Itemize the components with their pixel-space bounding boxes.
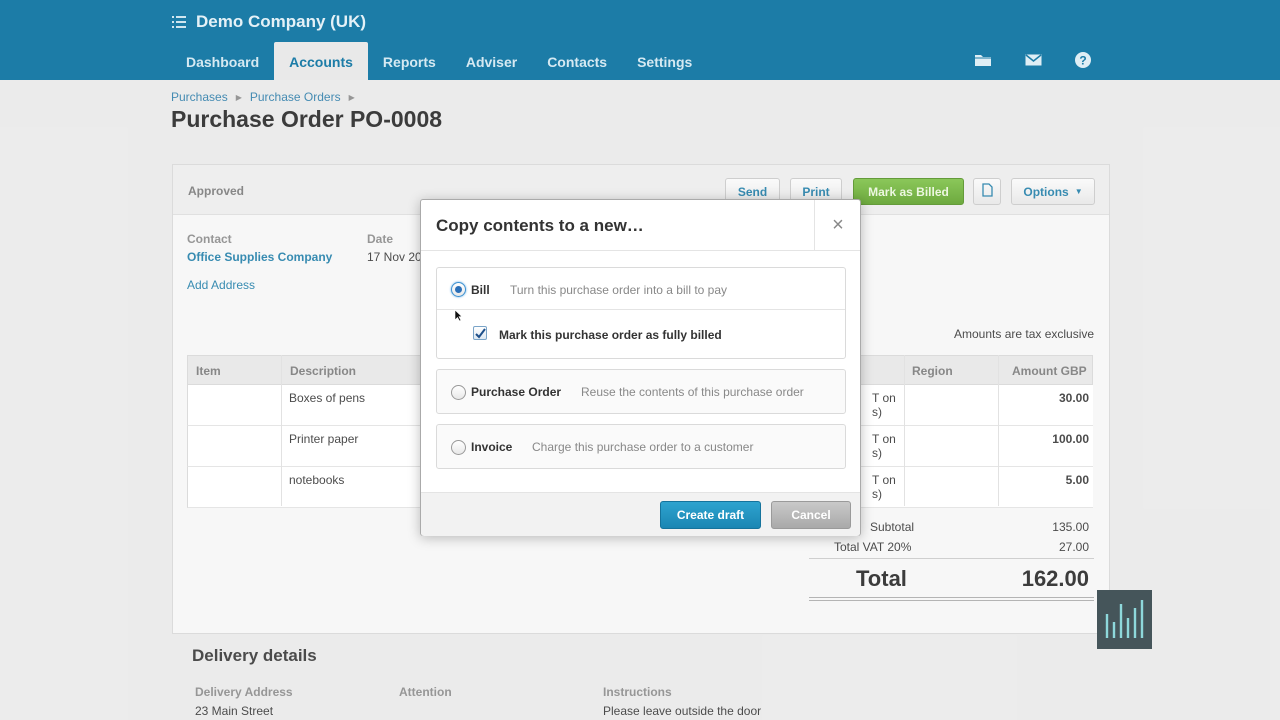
tab-reports[interactable]: Reports xyxy=(368,42,451,80)
dialog-divider xyxy=(421,250,860,251)
tab-contacts[interactable]: Contacts xyxy=(532,42,622,80)
bill-description: Turn this purchase order into a bill to … xyxy=(510,283,728,297)
checkmark-icon xyxy=(475,328,486,339)
company-switcher[interactable]: Demo Company (UK) xyxy=(172,10,366,34)
tab-settings[interactable]: Settings xyxy=(622,42,707,80)
company-name: Demo Company (UK) xyxy=(196,12,367,31)
invoice-radio[interactable] xyxy=(451,440,466,455)
close-icon[interactable]: × xyxy=(814,200,861,250)
mouse-cursor-icon xyxy=(454,309,463,327)
top-bar: Demo Company (UK) Dashboard Accounts Rep… xyxy=(0,0,1280,80)
invoice-label: Invoice xyxy=(471,440,513,454)
option-purchase-order[interactable]: Purchase Order Reuse the contents of thi… xyxy=(436,369,846,414)
purchase-order-label: Purchase Order xyxy=(471,385,562,399)
folder-icon[interactable] xyxy=(972,51,994,69)
purchase-order-description: Reuse the contents of this purchase orde… xyxy=(581,385,804,399)
bill-label: Bill xyxy=(471,283,490,297)
fully-billed-checkbox[interactable] xyxy=(473,326,487,340)
option-invoice[interactable]: Invoice Charge this purchase order to a … xyxy=(436,424,846,469)
tab-adviser[interactable]: Adviser xyxy=(451,42,532,80)
dialog-title: Copy contents to a new… xyxy=(436,216,644,235)
tab-dashboard[interactable]: Dashboard xyxy=(171,42,274,80)
invoice-description: Charge this purchase order to a customer xyxy=(532,440,754,454)
mail-icon[interactable] xyxy=(1022,51,1044,69)
bill-radio[interactable] xyxy=(451,282,466,297)
help-icon[interactable]: ? xyxy=(1072,51,1094,69)
main-nav: Dashboard Accounts Reports Adviser Conta… xyxy=(171,42,707,80)
option-divider xyxy=(437,309,845,310)
header-icons: ? xyxy=(972,51,1094,69)
purchase-order-radio[interactable] xyxy=(451,385,466,400)
dialog-footer: Create draft Cancel xyxy=(421,492,860,536)
svg-text:?: ? xyxy=(1079,54,1086,68)
fully-billed-label[interactable]: Mark this purchase order as fully billed xyxy=(499,328,722,342)
create-draft-button[interactable]: Create draft xyxy=(660,501,761,529)
copy-to-dialog: Copy contents to a new… × Bill Turn this… xyxy=(420,199,861,536)
tab-accounts[interactable]: Accounts xyxy=(274,42,368,80)
cancel-button[interactable]: Cancel xyxy=(771,501,851,529)
menu-icon xyxy=(172,16,186,28)
option-bill[interactable]: Bill Turn this purchase order into a bil… xyxy=(436,267,846,359)
